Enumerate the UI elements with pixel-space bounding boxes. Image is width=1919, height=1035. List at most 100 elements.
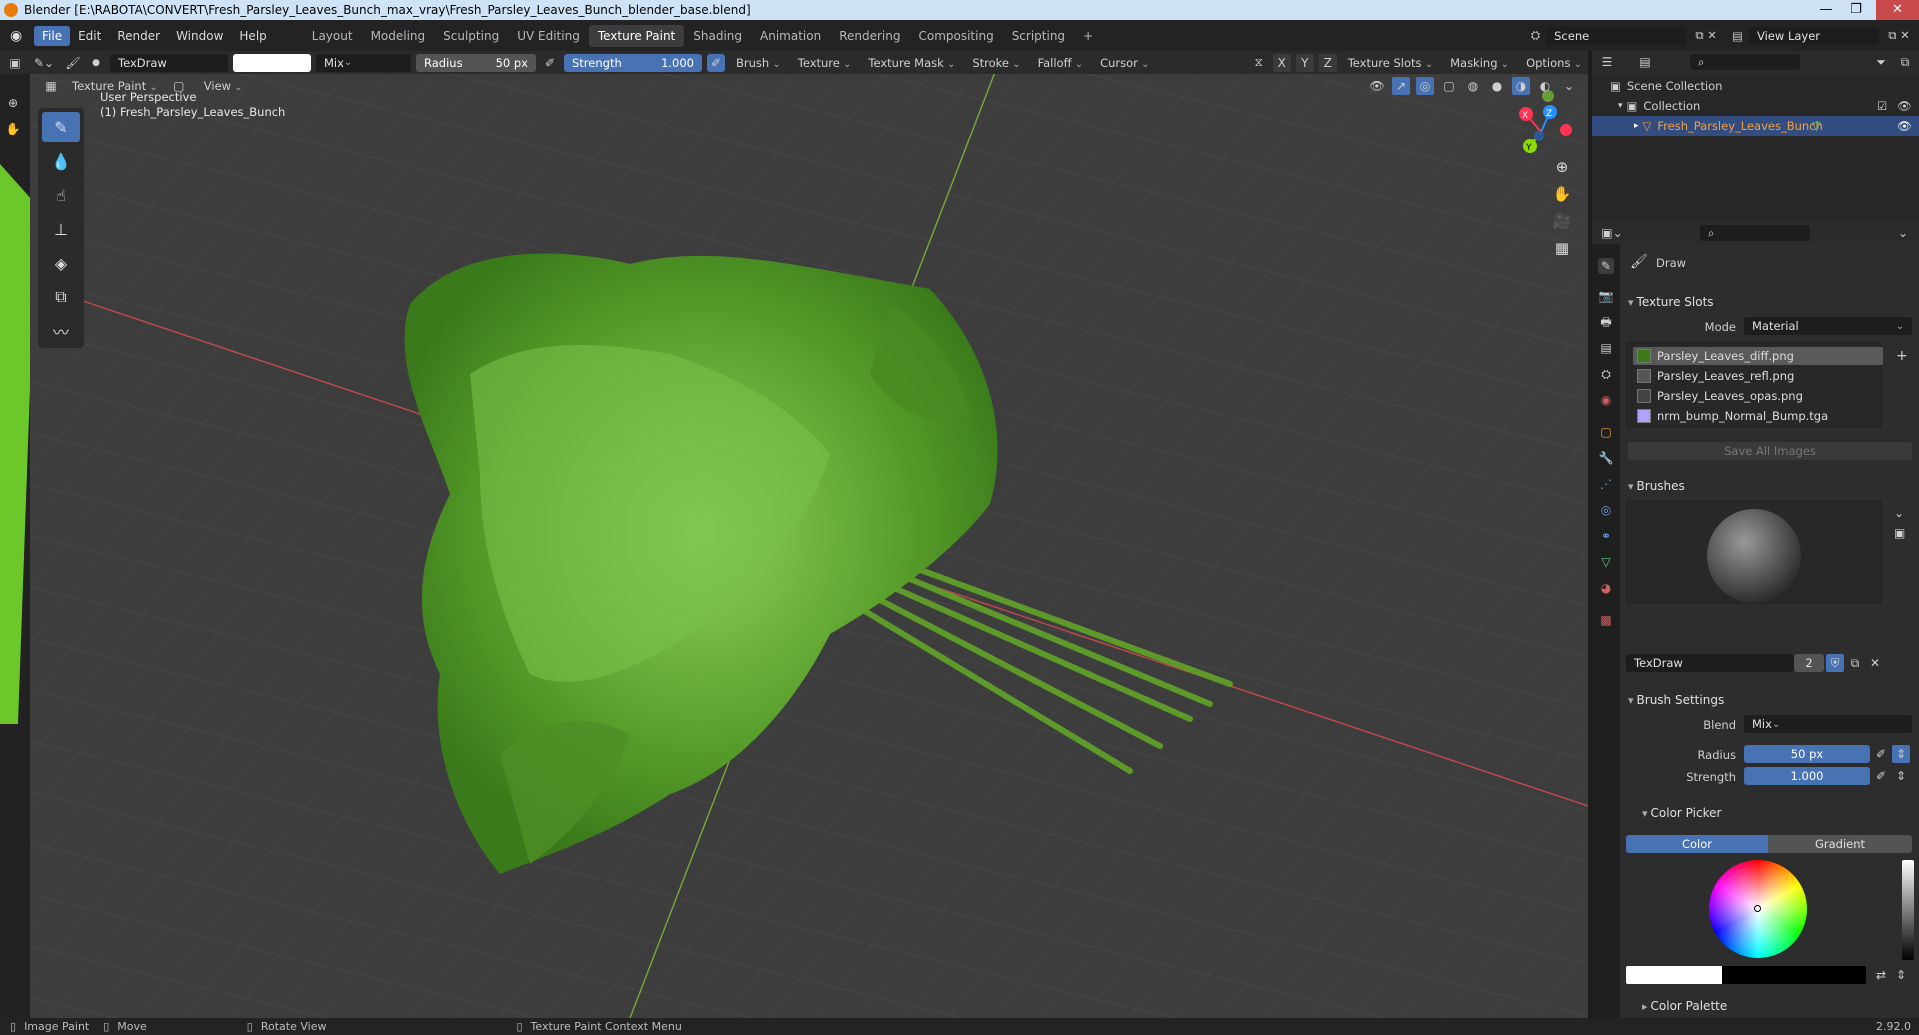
fake-user-shield-icon[interactable]: ⛨ bbox=[1826, 654, 1844, 672]
clone-tool[interactable]: ⊥ bbox=[42, 214, 80, 244]
brush-name-input[interactable]: TexDraw bbox=[1626, 654, 1794, 672]
gradient-tab[interactable]: Gradient bbox=[1768, 835, 1912, 853]
world-tab-icon[interactable]: ◉ bbox=[1598, 392, 1614, 408]
tab-uv-editing[interactable]: UV Editing bbox=[508, 25, 589, 47]
symmetry-y-toggle[interactable]: Y bbox=[1295, 53, 1314, 72]
pan-view-icon[interactable]: ✋ bbox=[1553, 185, 1572, 203]
close-button[interactable]: ✕ bbox=[1876, 0, 1919, 20]
visibility-icon[interactable]: 👁 bbox=[1368, 77, 1386, 95]
scene-selector[interactable]: Scene bbox=[1546, 26, 1687, 45]
menu-edit[interactable]: Edit bbox=[70, 26, 109, 46]
menu-window[interactable]: Window bbox=[168, 26, 231, 46]
texture-menu[interactable]: Texture bbox=[792, 54, 858, 72]
brush-radius-slider[interactable]: 50 px bbox=[1744, 745, 1870, 763]
tab-shading[interactable]: Shading bbox=[684, 25, 751, 47]
camera-view-icon[interactable]: 🎥 bbox=[1553, 212, 1572, 230]
paint-mask-toggle-icon[interactable]: ▢ bbox=[170, 77, 188, 95]
blender-menu-icon[interactable]: ◉ bbox=[10, 28, 26, 44]
3d-viewport[interactable]: X Z Y User Perspective (1) Fresh_Parsley… bbox=[30, 74, 1588, 1018]
visibility-eye-icon[interactable]: 👁 bbox=[1897, 119, 1912, 133]
annotate-tool[interactable]: 〰 bbox=[42, 316, 80, 346]
menu-help[interactable]: Help bbox=[231, 26, 274, 46]
tab-rendering[interactable]: Rendering bbox=[830, 25, 909, 47]
duplicate-brush-icon[interactable]: ⧉ bbox=[1846, 654, 1864, 672]
brush-list-expand-icon[interactable]: ⌄ bbox=[1894, 506, 1904, 520]
scene-tab-icon[interactable]: ⛭ bbox=[1598, 366, 1614, 382]
radius-pressure-icon[interactable]: ✐ bbox=[541, 54, 559, 72]
brush-menu[interactable]: Brush bbox=[730, 54, 787, 72]
physics-tab-icon[interactable]: ◎ bbox=[1598, 502, 1614, 518]
brush-strength-slider[interactable]: 1.000 bbox=[1744, 767, 1870, 785]
maximize-button[interactable]: ❐ bbox=[1842, 0, 1870, 20]
expand-icon[interactable]: ▸ bbox=[1634, 121, 1639, 131]
brush-users-count[interactable]: 2 bbox=[1794, 654, 1824, 672]
properties-editor-icon[interactable]: ▣⌄ bbox=[1598, 224, 1626, 242]
zoom-view-icon[interactable]: ⊕ bbox=[1556, 158, 1569, 176]
particles-tab-icon[interactable]: ⋰ bbox=[1598, 476, 1614, 492]
brush-color-swatch[interactable] bbox=[233, 53, 311, 72]
strength-unit-icon[interactable]: ⇕ bbox=[1892, 767, 1910, 785]
texture-mask-menu[interactable]: Texture Mask bbox=[862, 54, 961, 72]
shading-options-icon[interactable]: ⌄ bbox=[1560, 77, 1578, 95]
new-collection-icon[interactable]: ⧉ bbox=[1896, 53, 1914, 71]
unlink-brush-icon[interactable]: ✕ bbox=[1866, 654, 1884, 672]
constraints-tab-icon[interactable]: ⚭ bbox=[1598, 528, 1614, 544]
color-pressure-icon[interactable]: ⇕ bbox=[1892, 966, 1910, 984]
slot-mode-dropdown[interactable]: Material bbox=[1744, 317, 1912, 335]
strength-slider[interactable]: Strength 1.000 bbox=[564, 53, 702, 72]
smear-tool[interactable]: ☝ bbox=[42, 180, 80, 210]
outliner-scene-collection[interactable]: ▣ Scene Collection bbox=[1592, 76, 1919, 96]
outliner-collection[interactable]: ▾ ▣ Collection ☑ 👁 bbox=[1592, 96, 1919, 116]
color-palette-section[interactable]: Color Palette bbox=[1634, 994, 1919, 1018]
properties-options-icon[interactable]: ⌄ bbox=[1894, 224, 1912, 242]
material-tab-icon[interactable]: ◕ bbox=[1598, 580, 1614, 596]
list-item[interactable]: Parsley_Leaves_opas.png bbox=[1633, 387, 1883, 405]
texture-tab-icon[interactable]: ▩ bbox=[1598, 612, 1614, 628]
symmetry-x-toggle[interactable]: X bbox=[1272, 53, 1291, 72]
brush-blend-dropdown[interactable]: Mix bbox=[1744, 715, 1912, 733]
add-slot-icon[interactable]: + bbox=[1896, 348, 1908, 364]
menu-render[interactable]: Render bbox=[109, 26, 168, 46]
new-view-layer-icon[interactable]: ⧉ ✕ bbox=[1879, 28, 1919, 43]
masking-menu[interactable]: Masking bbox=[1444, 54, 1515, 72]
xray-icon[interactable]: ▢ bbox=[1440, 77, 1458, 95]
tab-sculpting[interactable]: Sculpting bbox=[434, 25, 508, 47]
tab-scripting[interactable]: Scripting bbox=[1003, 25, 1074, 47]
brush-image-icon[interactable]: ▣ bbox=[1894, 526, 1905, 540]
filter-icon[interactable]: ⏷ bbox=[1872, 53, 1890, 71]
radius-pressure-icon[interactable]: ✐ bbox=[1872, 745, 1890, 763]
list-item[interactable]: Parsley_Leaves_diff.png bbox=[1633, 347, 1883, 365]
rendered-shading-icon[interactable]: ◐ bbox=[1536, 77, 1554, 95]
render-tab-icon[interactable]: 📷 bbox=[1598, 288, 1614, 304]
options-menu[interactable]: Options bbox=[1520, 54, 1588, 72]
save-all-images-button[interactable]: Save All Images bbox=[1628, 442, 1912, 460]
color-tab[interactable]: Color bbox=[1626, 835, 1768, 853]
texture-slots-section[interactable]: Texture Slots bbox=[1620, 290, 1919, 314]
tab-layout[interactable]: Layout bbox=[303, 25, 362, 47]
view-menu[interactable]: View bbox=[194, 77, 249, 95]
mask-tool[interactable]: ⧉ bbox=[42, 282, 80, 312]
tab-animation[interactable]: Animation bbox=[751, 25, 830, 47]
texture-slots-menu[interactable]: Texture Slots bbox=[1342, 54, 1439, 72]
object-tab-icon[interactable]: ▢ bbox=[1598, 424, 1614, 440]
solid-shading-icon[interactable]: ● bbox=[1488, 77, 1506, 95]
wireframe-shading-icon[interactable]: ◍ bbox=[1464, 77, 1482, 95]
expand-icon[interactable]: ▾ bbox=[1618, 101, 1623, 111]
list-item[interactable]: nrm_bump_Normal_Bump.tga bbox=[1633, 407, 1883, 425]
current-color-swatch[interactable] bbox=[1626, 966, 1866, 984]
value-slider[interactable] bbox=[1902, 860, 1914, 960]
collection-checkbox[interactable]: ☑ bbox=[1877, 99, 1887, 113]
tab-modeling[interactable]: Modeling bbox=[362, 25, 435, 47]
editor-type-icon[interactable]: ▣ bbox=[6, 54, 24, 72]
mode-dropdown[interactable]: Texture Paint bbox=[66, 77, 164, 95]
tool-icon[interactable]: ✎⌄ bbox=[29, 54, 59, 72]
symmetry-z-toggle[interactable]: Z bbox=[1318, 53, 1337, 72]
draw-tool[interactable]: ✎ bbox=[42, 112, 80, 142]
minimize-button[interactable]: — bbox=[1812, 0, 1840, 20]
strength-pressure-icon[interactable]: ✐ bbox=[1872, 767, 1890, 785]
tab-compositing[interactable]: Compositing bbox=[909, 25, 1002, 47]
radius-unit-icon[interactable]: ⇕ bbox=[1892, 745, 1910, 763]
menu-file[interactable]: File bbox=[34, 25, 71, 46]
outliner-object-row[interactable]: ▸ ▽ Fresh_Parsley_Leaves_Bunch ▽ 👁 bbox=[1592, 116, 1919, 136]
brush-settings-section[interactable]: Brush Settings bbox=[1620, 688, 1919, 712]
